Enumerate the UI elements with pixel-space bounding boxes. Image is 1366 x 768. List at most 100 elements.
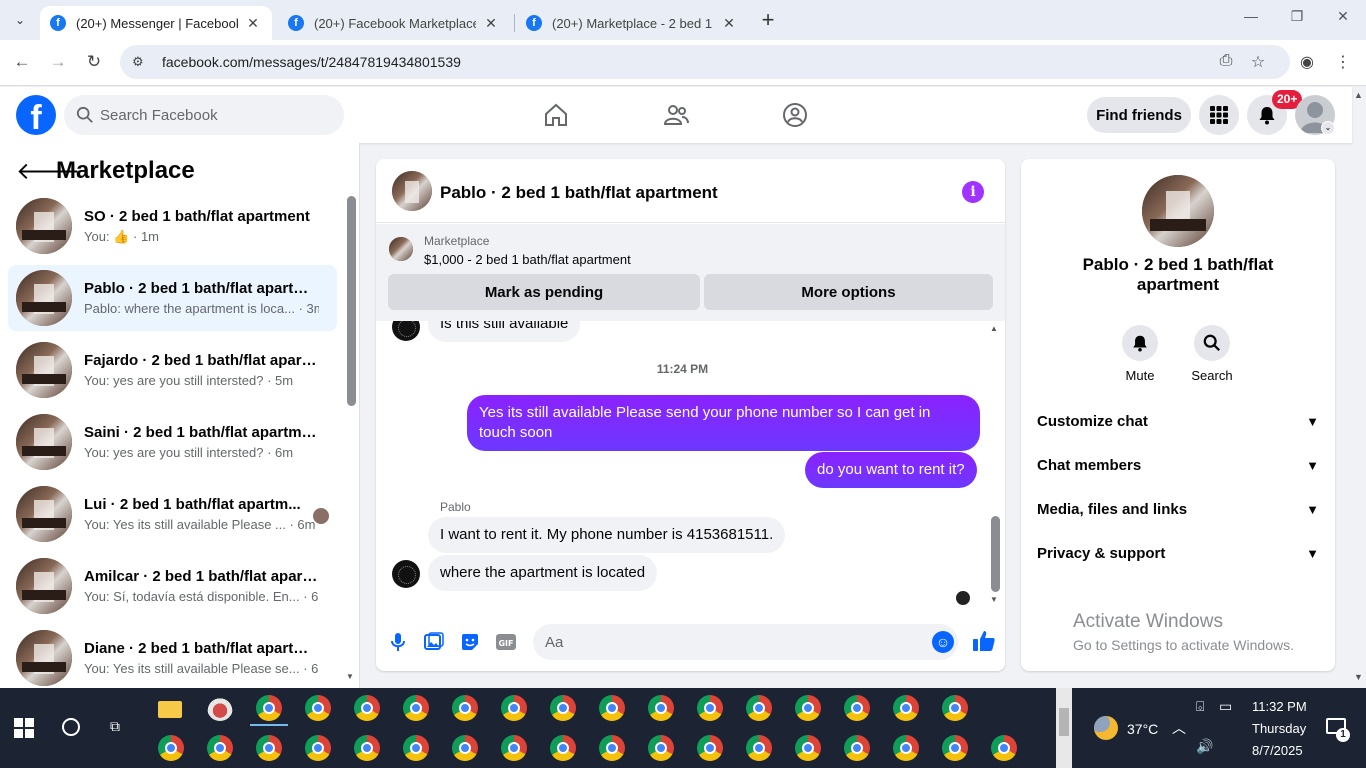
restore-button[interactable]: ❐ xyxy=(1282,8,1312,32)
tab-marketplace[interactable]: f (20+) Facebook Marketplace | F ✕ xyxy=(278,6,510,40)
chrome-icon[interactable] xyxy=(305,695,331,721)
privacy-support-section[interactable]: Privacy & support ▼ xyxy=(1029,531,1327,575)
chrome-icon[interactable] xyxy=(942,735,968,761)
bookmark-star-icon[interactable]: ☆ xyxy=(1247,52,1269,74)
chrome-icon[interactable] xyxy=(403,695,429,721)
chrome-icon[interactable] xyxy=(746,735,772,761)
listing-title[interactable]: $1,000 - 2 bed 1 bath/flat apartment xyxy=(424,252,631,267)
conversation-item[interactable]: SO · 2 bed 1 bath/flat apartment You: 👍 … xyxy=(8,193,337,259)
facebook-search[interactable] xyxy=(64,95,344,135)
profile-icon[interactable]: ◉ xyxy=(1296,52,1318,74)
chat-title[interactable]: Pablo · 2 bed 1 bath/flat apartment xyxy=(440,183,718,203)
new-tab-button[interactable]: + xyxy=(756,9,780,33)
volume-icon[interactable]: 🔊 xyxy=(1196,738,1213,755)
chrome-icon[interactable] xyxy=(550,735,576,761)
account-chevron-down-icon[interactable]: ⌄ xyxy=(1321,121,1335,135)
conversation-item[interactable]: Fajardo · 2 bed 1 bath/flat apart... You… xyxy=(8,337,337,403)
chrome-icon[interactable] xyxy=(501,735,527,761)
chrome-icon[interactable] xyxy=(844,735,870,761)
conversation-item[interactable]: Saini · 2 bed 1 bath/flat apartment You:… xyxy=(8,409,337,475)
chrome-icon[interactable] xyxy=(354,695,380,721)
chrome-icon[interactable] xyxy=(256,695,282,721)
home-nav-icon[interactable] xyxy=(536,95,576,135)
chrome-icon[interactable] xyxy=(354,735,380,761)
snipping-tool-icon[interactable] xyxy=(207,695,233,721)
tab-close-icon[interactable]: ✕ xyxy=(244,15,262,32)
conversation-info-icon[interactable]: i xyxy=(962,181,984,203)
friends-nav-icon[interactable] xyxy=(656,95,696,135)
more-options-button[interactable]: More options xyxy=(704,274,993,310)
profile-avatar[interactable] xyxy=(1142,175,1214,247)
chrome-icon[interactable] xyxy=(893,695,919,721)
clock-date[interactable]: 8/7/2025 xyxy=(1252,743,1303,758)
facebook-logo-icon[interactable]: f xyxy=(16,95,56,135)
chat-members-section[interactable]: Chat members ▼ xyxy=(1029,443,1327,487)
site-info-icon[interactable]: ⚙ xyxy=(132,54,148,70)
chrome-icon[interactable] xyxy=(648,695,674,721)
chrome-icon[interactable] xyxy=(501,695,527,721)
media-files-links-section[interactable]: Media, files and links ▼ xyxy=(1029,487,1327,531)
conversation-item[interactable]: Lui · 2 bed 1 bath/flat apartm... You: Y… xyxy=(8,481,337,547)
back-arrow-icon[interactable]: 🡐 xyxy=(16,156,80,186)
tab-search-menu-icon[interactable]: ⌄ xyxy=(8,8,32,32)
chrome-icon[interactable] xyxy=(256,735,282,761)
address-bar[interactable]: ⚙ facebook.com/messages/t/24847819434801… xyxy=(120,45,1290,79)
chrome-icon[interactable] xyxy=(697,735,723,761)
taskbar-scrollbar[interactable] xyxy=(1056,688,1072,768)
photo-icon[interactable] xyxy=(423,631,445,653)
conversation-item[interactable]: Diane · 2 bed 1 bath/flat apartm... You:… xyxy=(8,625,337,688)
search-input[interactable] xyxy=(100,106,320,124)
conversation-item[interactable]: Amilcar · 2 bed 1 bath/flat apart... You… xyxy=(8,553,337,619)
thumbs-up-send-icon[interactable] xyxy=(972,629,996,653)
customize-chat-section[interactable]: Customize chat ▼ xyxy=(1029,399,1327,443)
menu-grid-icon[interactable] xyxy=(1199,95,1239,135)
scroll-down-arrow-icon[interactable]: ▼ xyxy=(346,672,354,681)
temperature[interactable]: 37°C xyxy=(1127,721,1158,737)
chrome-icon[interactable] xyxy=(207,735,233,761)
install-app-icon[interactable]: ⎙ xyxy=(1215,52,1237,74)
weather-icon[interactable] xyxy=(1094,716,1118,740)
search-in-conversation-button[interactable]: Search xyxy=(1184,325,1240,383)
chrome-icon[interactable] xyxy=(648,735,674,761)
chrome-icon[interactable] xyxy=(942,695,968,721)
meet-now-icon[interactable]: ⌺ xyxy=(1196,698,1204,715)
chrome-icon[interactable] xyxy=(452,735,478,761)
thread-scrollbar[interactable] xyxy=(991,516,1000,592)
tray-chevron-up-icon[interactable]: ︿ xyxy=(1172,718,1186,738)
chrome-icon[interactable] xyxy=(158,735,184,761)
chrome-icon[interactable] xyxy=(403,735,429,761)
windows-start-icon[interactable] xyxy=(14,718,34,738)
sticker-icon[interactable] xyxy=(459,631,481,653)
message-input[interactable] xyxy=(545,633,905,651)
page-scroll-up-icon[interactable]: ▲ xyxy=(1354,90,1363,100)
reload-button[interactable]: ↻ xyxy=(83,52,105,74)
chrome-icon[interactable] xyxy=(697,695,723,721)
chrome-icon[interactable] xyxy=(452,695,478,721)
back-button[interactable]: ← xyxy=(11,52,33,74)
taskbar-search-icon[interactable] xyxy=(62,718,80,736)
chrome-icon[interactable] xyxy=(599,735,625,761)
page-scroll-down-icon[interactable]: ▼ xyxy=(1354,672,1363,682)
tab-close-icon[interactable]: ✕ xyxy=(482,15,500,32)
close-window-button[interactable]: ✕ xyxy=(1328,8,1358,32)
forward-button[interactable]: → xyxy=(47,52,69,74)
tab-marketplace-listing[interactable]: f (20+) Marketplace - 2 bed 1 ba ✕ xyxy=(516,6,748,40)
chrome-icon[interactable] xyxy=(795,735,821,761)
chat-list-scrollbar[interactable] xyxy=(347,196,356,406)
chrome-icon[interactable] xyxy=(991,735,1017,761)
tab-close-icon[interactable]: ✕ xyxy=(720,15,738,32)
chrome-icon[interactable] xyxy=(746,695,772,721)
mark-as-pending-button[interactable]: Mark as pending xyxy=(388,274,700,310)
clock-time[interactable]: 11:32 PM xyxy=(1252,699,1307,714)
find-friends-button[interactable]: Find friends xyxy=(1087,97,1191,133)
chrome-icon[interactable] xyxy=(844,695,870,721)
chrome-icon[interactable] xyxy=(893,735,919,761)
minimize-button[interactable]: — xyxy=(1236,8,1266,32)
scroll-up-arrow-icon[interactable]: ▲ xyxy=(990,324,998,333)
chrome-icon[interactable] xyxy=(599,695,625,721)
chrome-icon[interactable] xyxy=(305,735,331,761)
clock-day[interactable]: Thursday xyxy=(1252,721,1306,736)
browser-menu-icon[interactable]: ⋮ xyxy=(1332,52,1354,74)
battery-icon[interactable]: ▭ xyxy=(1219,698,1232,715)
groups-nav-icon[interactable] xyxy=(775,95,815,135)
